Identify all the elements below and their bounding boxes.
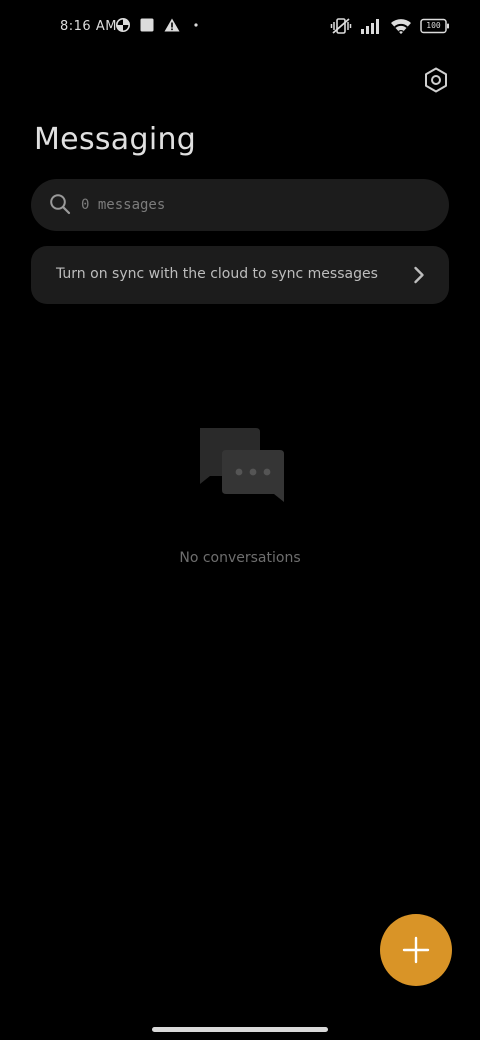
battery-level: 100 [426,21,441,30]
settings-button[interactable] [420,64,452,96]
sync-banner[interactable]: Turn on sync with the cloud to sync mess… [31,246,449,304]
search-input[interactable] [81,179,421,231]
page-title: Messaging [34,122,197,157]
status-bar: 8:16 AM 100 [0,0,480,56]
new-conversation-button[interactable] [380,914,452,986]
empty-state-illustration [196,426,286,506]
status-time: 8:16 AM [60,19,117,34]
signal-icon [360,18,382,34]
vibrate-muted-icon [330,17,352,35]
square-notification-icon [140,18,154,32]
chevron-right-icon [413,265,425,285]
pie-status-icon [116,18,130,32]
status-left-icons [116,18,202,32]
chat-bubbles-icon [196,426,286,506]
status-right-icons: 100 [330,17,450,35]
battery-icon: 100 [420,18,450,34]
home-indicator[interactable] [152,1027,328,1032]
gear-icon [423,67,449,93]
plus-icon [401,935,431,965]
empty-state-text: No conversations [179,550,301,566]
search-icon [49,193,71,215]
sync-banner-text: Turn on sync with the cloud to sync mess… [56,266,378,282]
dot-icon [190,18,202,32]
search-bar[interactable] [31,179,449,231]
wifi-icon [390,18,412,35]
warning-icon [164,18,180,32]
